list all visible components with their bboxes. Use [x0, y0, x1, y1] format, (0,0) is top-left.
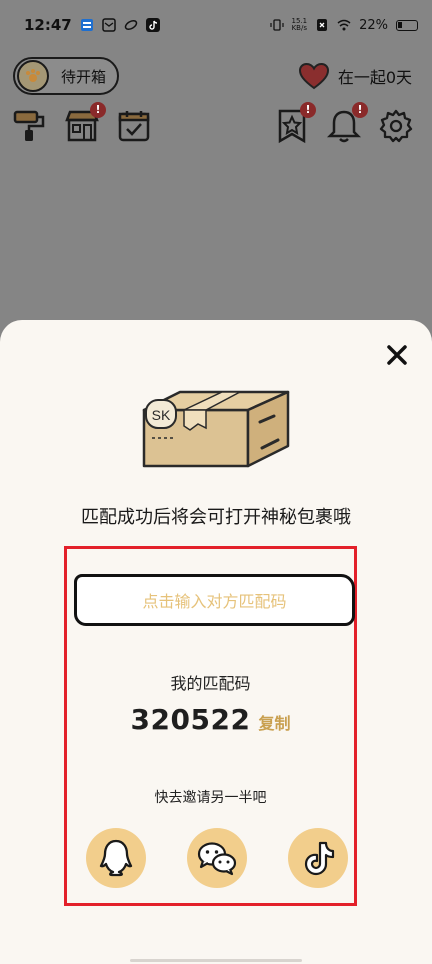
pairing-headline: 匹配成功后将会可打开神秘包裹哦: [81, 507, 351, 528]
network-speed: 15.1 KB/s: [292, 18, 308, 32]
link-notification-icon: [124, 19, 137, 31]
pairing-panel: 点击输入对方匹配码 我的匹配码 320522 复制 快去邀请另一半吧: [64, 546, 357, 906]
share-tiktok-button[interactable]: [288, 828, 348, 888]
share-wechat-button[interactable]: [187, 828, 247, 888]
gear-icon: [379, 109, 413, 143]
copy-code-button[interactable]: 复制: [258, 710, 290, 734]
favorites-button[interactable]: !: [274, 102, 316, 144]
wechat-icon: [197, 842, 237, 876]
status-bar: 12:47 15.1 KB/s 22%: [0, 0, 432, 50]
status-time: 12:47: [24, 16, 72, 34]
paint-roller-button[interactable]: [12, 108, 48, 144]
mystery-box-illustration: SK: [142, 390, 290, 468]
paw-avatar-icon: [17, 60, 49, 92]
days-together-label: 在一起0天: [337, 68, 412, 87]
close-button[interactable]: [384, 342, 410, 368]
calendar-check-icon: [118, 111, 150, 142]
tiktok-notification-icon: [145, 18, 160, 32]
pairing-sheet: SK 匹配成功后将会可打开神秘包裹哦 点击输入对方匹配码 我的匹配码 32052…: [0, 320, 432, 964]
pet-status-label: 待开箱: [61, 67, 107, 86]
share-row: [86, 828, 348, 888]
paint-roller-icon: [13, 110, 45, 141]
app-notification-icon: [80, 19, 93, 31]
message-notification-icon: [102, 18, 116, 32]
close-icon: [387, 345, 407, 365]
my-code-value: 320522: [130, 703, 251, 736]
qq-icon: [99, 839, 133, 877]
notifications-badge: !: [352, 102, 368, 118]
share-qq-button[interactable]: [86, 828, 146, 888]
partner-code-input[interactable]: 点击输入对方匹配码: [74, 574, 355, 626]
battery-percent: 22%: [359, 17, 388, 33]
my-code-row: 320522 复制: [67, 703, 354, 736]
network-speed-unit: KB/s: [291, 24, 307, 32]
no-sim-icon: [317, 19, 328, 31]
battery-icon: [396, 19, 418, 31]
calendar-button[interactable]: [116, 108, 152, 144]
box-mark: SK: [152, 407, 171, 423]
settings-button[interactable]: [378, 108, 414, 144]
pet-status-pill[interactable]: 待开箱: [13, 57, 119, 95]
favorites-badge: !: [300, 102, 316, 118]
days-together[interactable]: 在一起0天: [298, 60, 412, 92]
store-badge: !: [90, 102, 106, 118]
right-toolbar: ! !: [274, 102, 414, 144]
invite-text: 快去邀请另一半吧: [154, 790, 267, 806]
vibrate-icon: [269, 19, 284, 31]
left-toolbar: !: [12, 102, 152, 144]
home-indicator: [130, 959, 302, 962]
notifications-button[interactable]: !: [326, 102, 368, 144]
heart-icon: [298, 62, 329, 90]
store-button[interactable]: !: [64, 102, 106, 144]
my-code-label: 我的匹配码: [170, 674, 251, 693]
wifi-icon: [337, 19, 351, 31]
tiktok-icon: [304, 841, 335, 876]
